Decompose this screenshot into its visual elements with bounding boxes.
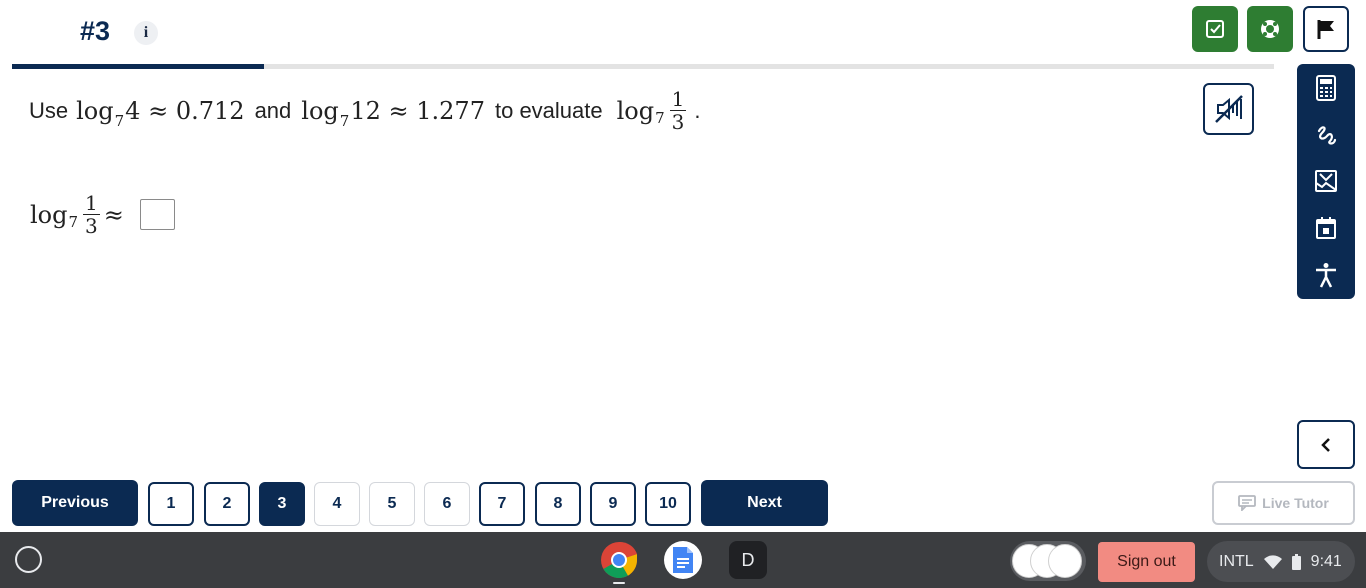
text-to-speech-button[interactable] [1203,83,1254,135]
approx-symbol: ≈ [103,200,124,229]
mute-icon [1214,95,1243,123]
launcher-icon[interactable] [15,546,42,573]
tools-sidebar [1297,64,1355,299]
sign-out-button[interactable]: Sign out [1098,542,1195,582]
accessibility-button[interactable] [1297,255,1355,295]
chrome-app[interactable] [600,541,638,579]
fraction-denominator: 3 [671,110,685,134]
live-tutor-label: Live Tutor [1262,495,1329,511]
answer-input[interactable] [139,199,175,230]
chat-icon [1238,495,1257,511]
approx-symbol: ≈ [388,96,409,125]
progress-fill [12,64,265,69]
chrome-icon [601,541,637,579]
question-period: . [694,97,701,123]
battery-icon [1291,553,1301,570]
calendar-button[interactable] [1297,208,1355,248]
input-method-label: INTL [1219,552,1254,570]
log-base: 7 [655,108,665,127]
page-button-9[interactable]: 9 [590,482,636,526]
target-log: log 7 1 3 [617,88,691,133]
answer-row: log 7 1 3 ≈ [30,192,175,237]
log-base: 7 [68,212,79,231]
collapse-sidebar-button[interactable] [1297,420,1355,469]
question-number: #3 [80,16,111,46]
flag-button[interactable] [1303,6,1349,52]
log-base: 7 [339,111,350,130]
page-button-5[interactable]: 5 [369,482,415,526]
d-app-icon[interactable]: D [729,541,767,579]
log-base: 7 [114,111,125,130]
question-task: to evaluate [494,97,603,123]
progress-bar [12,64,1274,69]
answer-expression: log 7 1 3 ≈ [30,192,124,237]
accessibility-icon [1316,263,1336,288]
question-text: Use log74 ≈ 0.712 and log712 ≈ 1.277 to … [29,88,701,133]
check-button[interactable] [1192,6,1238,52]
question-intro: Use [29,97,69,123]
log-arg: 12 [350,96,381,125]
live-tutor-button[interactable]: Live Tutor [1212,481,1355,525]
approx-symbol: ≈ [148,96,169,125]
fraction-denominator: 3 [85,214,98,238]
image-icon [1315,170,1337,192]
page-button-10[interactable]: 10 [645,482,691,526]
wifi-icon [1263,554,1282,569]
answer-fraction: 1 3 [83,192,100,237]
calendar-icon [1316,217,1336,239]
stack-item [1048,544,1082,578]
calculator-button[interactable] [1297,68,1355,108]
log-label: log [301,96,339,125]
given-value-2: 1.277 [416,96,485,125]
target-fraction: 1 3 [669,87,687,134]
page-button-2[interactable]: 2 [204,482,250,526]
page-button-8[interactable]: 8 [535,482,581,526]
given-log-2: log712 ≈ 1.277 [301,96,485,130]
given-value-1: 0.712 [175,96,245,125]
docs-app[interactable] [664,541,702,579]
log-arg: 4 [125,96,141,125]
scratchpad-button[interactable] [1297,115,1355,155]
docs-icon [673,547,693,573]
fraction-numerator: 1 [669,87,687,111]
status-tray[interactable]: INTL 9:41 [1207,541,1355,582]
test-app: #3 i Use log74 ≈ 0.712 and log712 ≈ 1.27… [0,0,1366,588]
d-app-label: D [741,549,755,570]
page-button-6[interactable]: 6 [424,482,470,526]
given-log-1: log74 ≈ 0.712 [76,96,245,130]
info-icon[interactable]: i [134,21,158,45]
flag-icon [1317,20,1334,39]
log-label: log [616,96,655,125]
chevron-left-icon [1321,437,1330,452]
page-button-7[interactable]: 7 [479,482,525,526]
next-button[interactable]: Next [701,480,828,526]
question-connector: and [254,97,292,123]
help-lifebuoy-icon [1261,20,1279,38]
pen-icon [1317,126,1337,145]
page-button-4[interactable]: 4 [314,482,360,526]
active-app-indicator [613,582,625,584]
os-taskbar: D Sign out INTL 9:41 [0,532,1366,588]
check-icon [1206,20,1224,38]
clock: 9:41 [1310,552,1342,570]
calculator-icon [1316,75,1336,101]
page-button-1[interactable]: 1 [148,482,194,526]
fraction-numerator: 1 [83,191,100,215]
reference-button[interactable] [1297,161,1355,201]
log-label: log [30,200,68,229]
previous-button[interactable]: Previous [12,480,138,526]
holding-space-icon[interactable] [1010,541,1086,581]
help-button[interactable] [1247,6,1293,52]
page-button-3[interactable]: 3 [259,482,305,526]
log-label: log [76,96,114,125]
